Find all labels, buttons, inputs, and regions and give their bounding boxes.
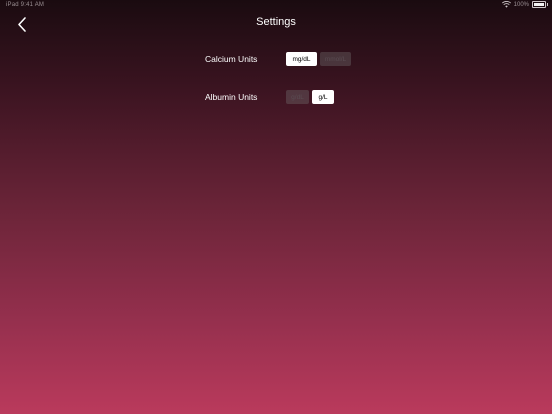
- calcium-option-mmol-l[interactable]: mmol/L: [320, 52, 351, 66]
- status-carrier-time: iPad 9:41 AM: [6, 2, 45, 8]
- albumin-units-label: Albumin Units: [205, 92, 258, 102]
- wifi-icon: [501, 1, 511, 8]
- albumin-option-g-l[interactable]: g/L: [312, 90, 334, 104]
- albumin-option-g-dl[interactable]: g/dL: [286, 90, 309, 104]
- calcium-units-label: Calcium Units: [205, 54, 258, 64]
- status-right-group: 100%: [501, 1, 548, 8]
- page-title: Settings: [256, 16, 296, 28]
- battery-icon: [532, 1, 548, 8]
- nav-bar: Settings: [0, 12, 552, 34]
- status-bar: iPad 9:41 AM 100%: [0, 0, 552, 12]
- calcium-units-row: Calcium Units mg/dL mmol/L: [205, 52, 351, 66]
- battery-percent: 100%: [513, 1, 529, 8]
- albumin-units-segmented-control: g/dL g/L: [286, 90, 334, 104]
- calcium-units-segmented-control: mg/dL mmol/L: [286, 52, 351, 66]
- albumin-units-row: Albumin Units g/dL g/L: [205, 90, 334, 104]
- calcium-option-mg-dl[interactable]: mg/dL: [286, 52, 317, 66]
